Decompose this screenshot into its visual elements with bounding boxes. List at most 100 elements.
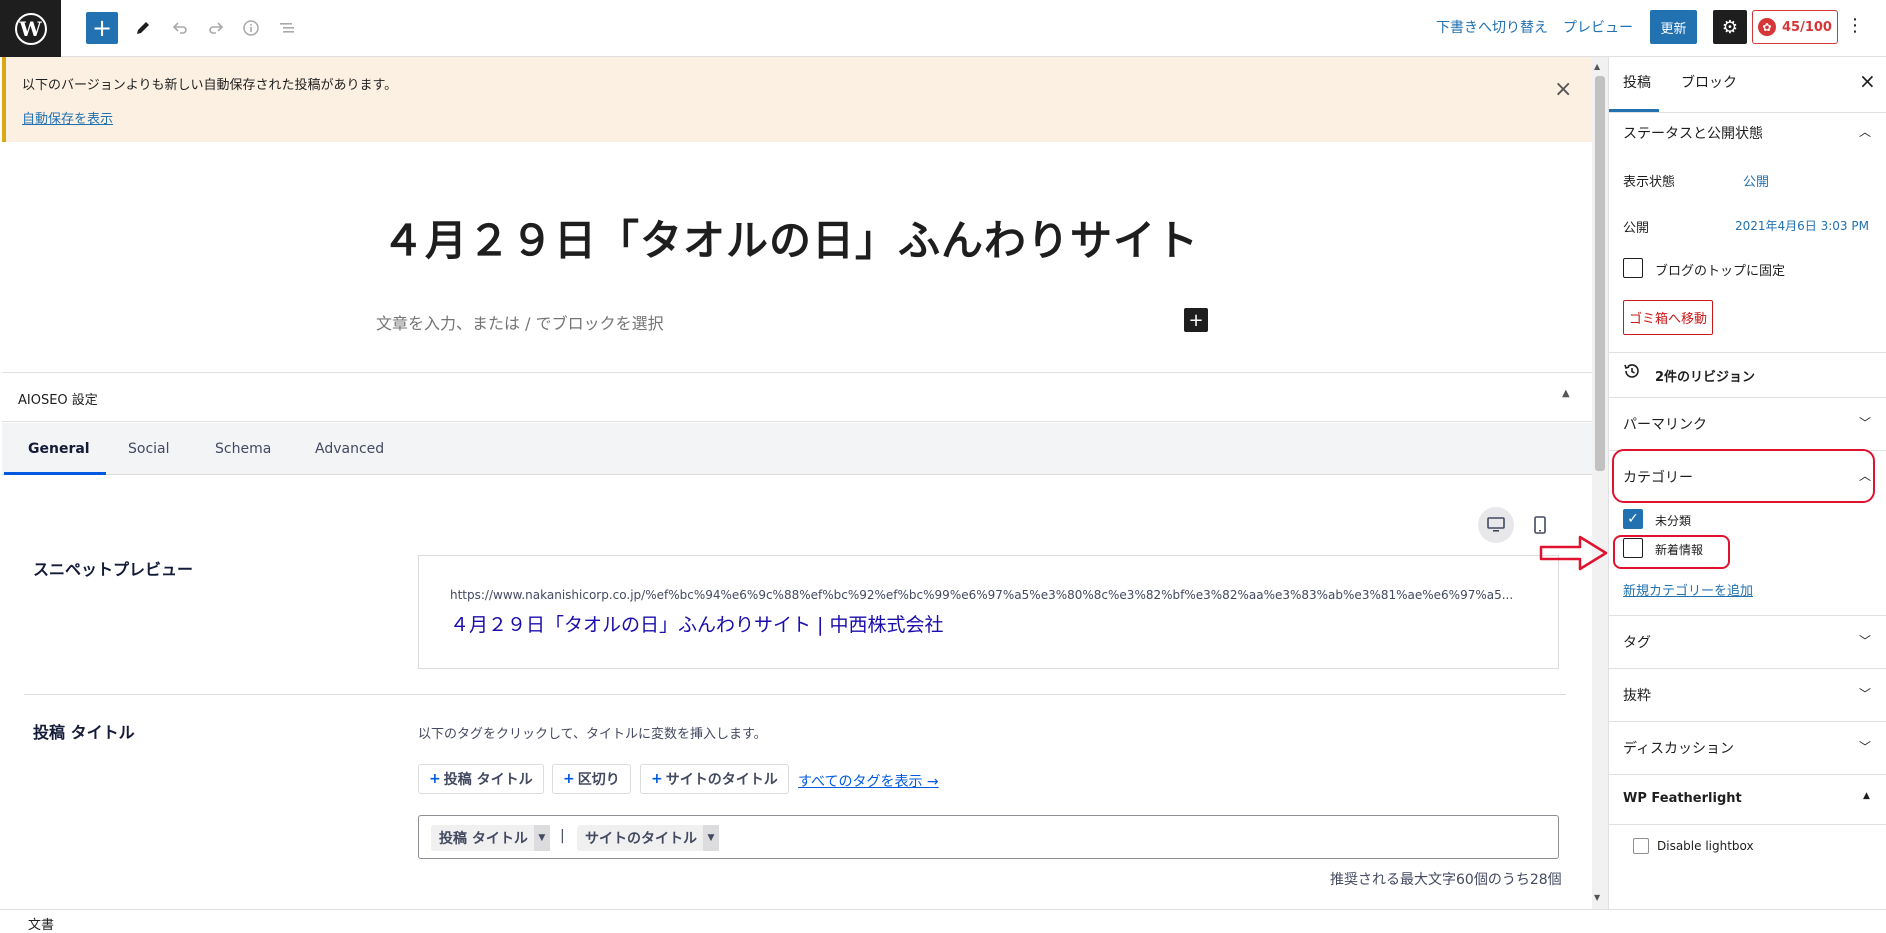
active-tab-indicator bbox=[4, 472, 106, 475]
close-icon[interactable]: × bbox=[1859, 69, 1876, 93]
divider bbox=[1609, 615, 1886, 616]
category-uncategorized-checkbox[interactable]: ✓ bbox=[1623, 509, 1643, 529]
chip-label: サイトのタイトル bbox=[585, 831, 697, 847]
preview-link[interactable]: プレビュー bbox=[1563, 17, 1633, 37]
chevron-down-icon[interactable]: ﹀ bbox=[1859, 632, 1871, 649]
insert-separator-tag-button[interactable]: + 区切り bbox=[552, 764, 631, 794]
seo-score: 45/100 bbox=[1782, 19, 1832, 35]
more-options-icon[interactable]: ⋮ bbox=[1846, 15, 1864, 36]
scrollbar-thumb[interactable] bbox=[1595, 76, 1605, 471]
featherlight-panel-title[interactable]: WP Featherlight bbox=[1623, 791, 1742, 806]
breadcrumb[interactable]: 文書 bbox=[28, 914, 54, 933]
tag-button-label: 投稿 タイトル bbox=[443, 772, 533, 788]
excerpt-panel-title[interactable]: 抜粋 bbox=[1623, 685, 1651, 705]
seo-score-button[interactable]: ✿ 45/100 bbox=[1752, 10, 1838, 44]
add-new-category-link[interactable]: 新規カテゴリーを追加 bbox=[1623, 580, 1753, 599]
move-to-trash-button[interactable]: ゴミ箱へ移動 bbox=[1623, 300, 1713, 335]
aioseo-tabs: General Social Schema Advanced bbox=[2, 423, 1592, 475]
tab-general[interactable]: General bbox=[28, 441, 90, 457]
chevron-up-icon[interactable]: ︿ bbox=[1859, 123, 1871, 140]
add-block-button[interactable]: + bbox=[86, 12, 118, 44]
post-title-label: 投稿 タイトル bbox=[33, 723, 135, 742]
character-count: 推奨される最大文字60個のうち28個 bbox=[1330, 872, 1562, 888]
status-panel-title[interactable]: ステータスと公開状態 bbox=[1623, 123, 1763, 143]
insert-post-title-tag-button[interactable]: + 投稿 タイトル bbox=[418, 764, 544, 794]
annotation-news-checkbox-highlight bbox=[1613, 535, 1730, 569]
divider bbox=[1609, 824, 1886, 825]
snippet-preview: https://www.nakanishicorp.co.jp/%ef%bc%9… bbox=[418, 555, 1559, 669]
tag-help-text: 以下のタグをクリックして、タイトルに変数を挿入します。 bbox=[418, 727, 767, 742]
block-placeholder[interactable]: 文章を入力、または / でブロックを選択 bbox=[376, 310, 664, 334]
annotation-category-highlight bbox=[1612, 449, 1875, 503]
wordpress-logo[interactable]: W bbox=[0, 0, 61, 57]
settings-button[interactable]: ⚙ bbox=[1713, 10, 1747, 44]
editor-toolbar: W + 下書きへ切り替え プレビュー 更新 ⚙ ✿ 45/100 ⋮ bbox=[0, 0, 1886, 57]
publish-label: 公開 bbox=[1623, 221, 1650, 236]
tab-social[interactable]: Social bbox=[128, 441, 170, 457]
visibility-value[interactable]: 公開 bbox=[1743, 171, 1769, 190]
scroll-down-arrow-icon[interactable]: ▼ bbox=[1594, 893, 1600, 902]
tab-schema[interactable]: Schema bbox=[215, 441, 271, 457]
chip-separator: | bbox=[560, 828, 565, 844]
notice-message: 以下のバージョンよりも新しい自動保存された投稿があります。 bbox=[22, 78, 398, 93]
seo-title-input[interactable]: 投稿 タイトル ▼ | サイトのタイトル ▼ bbox=[418, 815, 1559, 859]
section-divider bbox=[24, 694, 1566, 695]
autosave-notice: 以下のバージョンよりも新しい自動保存された投稿があります。 自動保存を表示 × bbox=[2, 57, 1592, 142]
redo-icon[interactable] bbox=[199, 11, 233, 45]
inline-add-block-button[interactable]: + bbox=[1184, 308, 1208, 332]
collapse-arrow-icon[interactable]: ▲ bbox=[1562, 388, 1570, 399]
snippet-title: ４月２９日「タオルの日」ふんわりサイト | 中西株式会社 bbox=[450, 614, 944, 636]
chevron-down-icon[interactable]: ▼ bbox=[533, 825, 550, 851]
aioseo-panel-header[interactable]: AIOSEO 設定 ▲ bbox=[2, 372, 1592, 422]
tag-button-label: サイトのタイトル bbox=[665, 772, 778, 788]
tab-advanced[interactable]: Advanced bbox=[315, 441, 384, 457]
permalink-panel-title[interactable]: パーマリンク bbox=[1623, 414, 1707, 434]
revisions-link[interactable]: 2件のリビジョン bbox=[1655, 366, 1755, 385]
insert-site-title-tag-button[interactable]: + サイトのタイトル bbox=[640, 764, 789, 794]
desktop-icon[interactable] bbox=[1478, 507, 1514, 543]
pencil-icon[interactable] bbox=[126, 11, 160, 45]
undo-icon[interactable] bbox=[163, 11, 197, 45]
tab-post[interactable]: 投稿 bbox=[1623, 72, 1651, 92]
disable-lightbox-label: Disable lightbox bbox=[1657, 839, 1754, 853]
info-icon[interactable] bbox=[234, 11, 268, 45]
title-chip-post-title[interactable]: 投稿 タイトル ▼ bbox=[431, 825, 550, 851]
category-label: 未分類 bbox=[1655, 514, 1692, 528]
discussion-panel-title[interactable]: ディスカッション bbox=[1623, 738, 1734, 758]
post-title[interactable]: ４月２９日「タオルの日」ふんわりサイト bbox=[382, 207, 1199, 268]
chevron-down-icon[interactable]: ▼ bbox=[703, 825, 719, 851]
plus-icon: + bbox=[429, 771, 441, 787]
divider bbox=[1609, 112, 1886, 113]
chevron-down-icon[interactable]: ﹀ bbox=[1859, 685, 1871, 702]
chip-label: 投稿 タイトル bbox=[439, 831, 528, 847]
aioseo-logo-icon: ✿ bbox=[1758, 18, 1776, 36]
plus-icon: + bbox=[563, 771, 575, 787]
show-all-tags-link[interactable]: すべてのタグを表示 → bbox=[798, 771, 939, 791]
divider bbox=[1609, 774, 1886, 775]
view-autosave-link[interactable]: 自動保存を表示 bbox=[22, 108, 113, 127]
sticky-checkbox[interactable] bbox=[1623, 258, 1643, 278]
collapse-arrow-icon[interactable]: ▲ bbox=[1863, 791, 1870, 801]
divider bbox=[1609, 397, 1886, 398]
disable-lightbox-checkbox[interactable] bbox=[1633, 838, 1649, 854]
chevron-down-icon[interactable]: ﹀ bbox=[1859, 738, 1871, 755]
wordpress-icon: W bbox=[14, 12, 47, 45]
tab-block[interactable]: ブロック bbox=[1681, 72, 1737, 92]
publish-date-value[interactable]: 2021年4月6日 3:03 PM bbox=[1735, 217, 1869, 234]
scroll-up-arrow-icon[interactable]: ▲ bbox=[1594, 62, 1600, 71]
gear-icon: ⚙ bbox=[1721, 16, 1739, 38]
snippet-url: https://www.nakanishicorp.co.jp/%ef%bc%9… bbox=[450, 588, 1514, 602]
aioseo-panel-title: AIOSEO 設定 bbox=[18, 393, 98, 408]
divider bbox=[1609, 668, 1886, 669]
list-view-icon[interactable] bbox=[270, 11, 304, 45]
close-icon[interactable]: × bbox=[1554, 77, 1572, 102]
title-chip-site-title[interactable]: サイトのタイトル ▼ bbox=[577, 825, 719, 851]
tags-panel-title[interactable]: タグ bbox=[1623, 632, 1651, 652]
snippet-preview-label: スニペットプレビュー bbox=[33, 560, 194, 579]
tag-button-label: 区切り bbox=[577, 772, 620, 788]
divider bbox=[1609, 352, 1886, 353]
chevron-down-icon[interactable]: ﹀ bbox=[1859, 414, 1871, 431]
divider bbox=[1609, 721, 1886, 722]
update-button[interactable]: 更新 bbox=[1650, 10, 1697, 44]
switch-to-draft-link[interactable]: 下書きへ切り替え bbox=[1436, 17, 1548, 37]
